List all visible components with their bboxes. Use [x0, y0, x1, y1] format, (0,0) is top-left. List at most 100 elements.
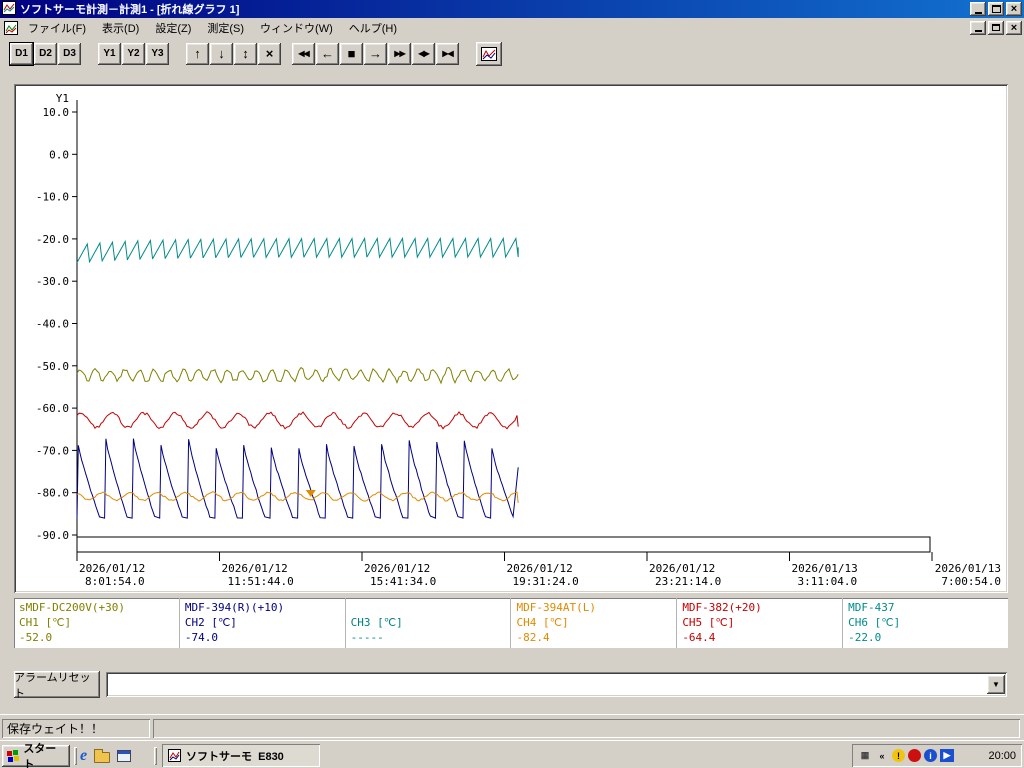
svg-text:-10.0: -10.0 [36, 191, 69, 204]
trend-chart-svg: Y110.0 0.0 -10.0 -20.0 -30.0 -40.0 -50.0 -60.0 -… [36, 92, 1001, 588]
toolbar-stop-button[interactable]: ■ [340, 42, 363, 65]
svg-text:15:41:34.0: 15:41:34.0 [370, 575, 436, 588]
mdi-restore-icon [992, 24, 1000, 31]
folder-icon[interactable] [94, 749, 111, 763]
y-axis-name: Y1 [56, 92, 69, 105]
close-button[interactable]: × [1006, 2, 1022, 16]
combobox-dropdown-button[interactable]: ▼ [987, 675, 1005, 694]
svg-text:8:01:54.0: 8:01:54.0 [85, 575, 145, 588]
toolbar-y2-button[interactable]: Y2 [122, 42, 145, 65]
menu-view[interactable]: 表示(D) [94, 17, 147, 39]
task-label: ソフトサーモ E830 [186, 750, 284, 763]
svg-text:2026/01/12: 2026/01/12 [507, 562, 573, 575]
toolbar-fast-forward-button[interactable]: ▶▶ [388, 42, 411, 65]
legend-ch6: MDF-437 CH6 [℃] -22.0 [843, 598, 1008, 648]
trend-graph-icon [481, 46, 497, 61]
svg-text:-20.0: -20.0 [36, 233, 69, 246]
mdi-minimize-button[interactable] [970, 20, 986, 35]
channel-tag: MDF-394AT(L) [516, 601, 596, 614]
status-message-panel: 保存ウェイト！！ [2, 719, 150, 738]
internet-explorer-icon[interactable]: e [80, 748, 87, 764]
series-ch2 [76, 438, 519, 519]
alarm-tray-icon[interactable] [908, 749, 921, 762]
toolbar-scroll-up-button[interactable]: ↑ [186, 42, 209, 65]
minimize-icon [974, 11, 982, 14]
svg-text:3:11:04.0: 3:11:04.0 [798, 575, 858, 588]
svg-text:2026/01/12: 2026/01/12 [79, 562, 145, 575]
taskbar-clock: 20:00 [988, 749, 1016, 762]
window-title: ソフトサーモ計測－計測1 - [折れ線グラフ 1] [20, 4, 240, 16]
system-tray: ▦ «! i ▶ 20:00 [852, 744, 1022, 767]
svg-text:19:31:24.0: 19:31:24.0 [513, 575, 579, 588]
warning-tray-icon[interactable]: ! [892, 749, 905, 762]
play-tray-icon[interactable]: ▶ [940, 749, 954, 762]
channel-tag: sMDF-DC200V(+30) [19, 601, 125, 614]
toolbar-compress-time-button[interactable]: ▶◀ [436, 42, 459, 65]
svg-text:23:21:14.0: 23:21:14.0 [655, 575, 721, 588]
toolbar-pan-right-button[interactable]: → [364, 42, 387, 65]
hide-icons-chevron[interactable]: « [875, 749, 889, 762]
toolbar-y3-button[interactable]: Y3 [146, 42, 169, 65]
channel-value: ----- [350, 631, 384, 644]
alarm-combobox[interactable]: ▼ [106, 672, 1007, 697]
legend-ch1: sMDF-DC200V(+30) CH1 [℃] -52.0 [14, 598, 180, 648]
trend-graph-button[interactable] [476, 41, 502, 66]
alarm-reset-button[interactable]: アラームリセット [14, 671, 100, 700]
toolbar-fit-view-button[interactable]: × [258, 42, 281, 65]
start-button[interactable]: スタート [2, 743, 70, 768]
channel-label: CH2 [℃] [184, 616, 237, 629]
quick-launch: e [80, 746, 150, 766]
menu-help[interactable]: ヘルプ(H) [341, 17, 405, 39]
svg-text:11:51:44.0: 11:51:44.0 [228, 575, 294, 588]
mdi-close-button[interactable]: × [1006, 20, 1022, 35]
menu-window[interactable]: ウィンドウ(W) [252, 17, 341, 39]
menu-settings[interactable]: 設定(Z) [147, 17, 199, 39]
toolbar-scroll-down-button[interactable]: ↓ [210, 42, 233, 65]
minimize-button[interactable] [970, 2, 986, 16]
input-indicator-icon[interactable]: ▦ [858, 749, 872, 762]
channel-value: -64.4 [682, 631, 716, 644]
toolbar-d3-button[interactable]: D3 [58, 42, 81, 65]
toolbar-expand-time-button[interactable]: ◀▶ [412, 42, 435, 65]
svg-text:-70.0: -70.0 [36, 444, 69, 457]
maximize-button[interactable] [988, 2, 1004, 16]
channel-tag: MDF-382(+20) [682, 601, 762, 614]
svg-text:2026/01/13: 2026/01/13 [935, 562, 1001, 575]
toolbar-axis-group: Y1 Y2 Y3 [98, 42, 170, 65]
channel-value: -52.0 [19, 631, 53, 644]
position-bar [76, 536, 931, 553]
toolbar-rewind-button[interactable]: ◀◀ [292, 42, 315, 65]
document-icon[interactable] [2, 20, 20, 35]
channel-value: -74.0 [184, 631, 218, 644]
taskbar-task-button[interactable]: ソフトサーモ E830 [162, 744, 320, 767]
mdi-minimize-icon [974, 30, 982, 32]
svg-text:10.0: 10.0 [43, 106, 70, 119]
mdi-restore-button[interactable] [988, 20, 1004, 35]
legend-ch5: MDF-382(+20) CH5 [℃] -64.4 [677, 598, 844, 648]
status-bar: 保存ウェイト！！ [0, 714, 1024, 740]
svg-text:7:00:54.0: 7:00:54.0 [941, 575, 1001, 588]
toolbar-arrow-group: ↑ ↓ ↕ × [186, 42, 282, 65]
channel-legend: sMDF-DC200V(+30) CH1 [℃] -52.0 MDF-394(R)(+… [14, 598, 1008, 648]
taskbar-grip[interactable] [154, 747, 157, 765]
info-tray-icon[interactable]: i [924, 749, 937, 762]
menu-file[interactable]: ファイル(F) [20, 17, 94, 39]
channel-label: CH3 [℃] [350, 616, 403, 629]
taskbar-grip[interactable] [74, 747, 77, 765]
toolbar-y1-button[interactable]: Y1 [98, 42, 121, 65]
svg-text:2026/01/13: 2026/01/13 [792, 562, 858, 575]
channel-label: CH4 [℃] [516, 616, 569, 629]
show-desktop-icon[interactable] [117, 750, 132, 762]
channel-value: -82.4 [516, 631, 550, 644]
chart-panel: Y1 10.0 0.0 -10.0 -20.0 -30.0 -40.0 -50.0 -60.0 -… [14, 84, 1008, 593]
toolbar-pan-left-button[interactable]: ← [316, 42, 339, 65]
legend-ch3: CH3 [℃] ----- [346, 598, 512, 648]
toolbar-scroll-vertical-button[interactable]: ↕ [234, 42, 257, 65]
menu-measure[interactable]: 測定(S) [199, 17, 252, 39]
toolbar-d1-button[interactable]: D1 [9, 41, 34, 66]
status-extra-panel [153, 719, 1020, 738]
toolbar-d2-button[interactable]: D2 [34, 42, 57, 65]
svg-text:0.0: 0.0 [49, 148, 69, 161]
trend-chart: Y1 10.0 0.0 -10.0 -20.0 -30.0 -40.0 -50.0 -60.0 -… [16, 86, 1006, 591]
series-ch5 [76, 411, 519, 430]
